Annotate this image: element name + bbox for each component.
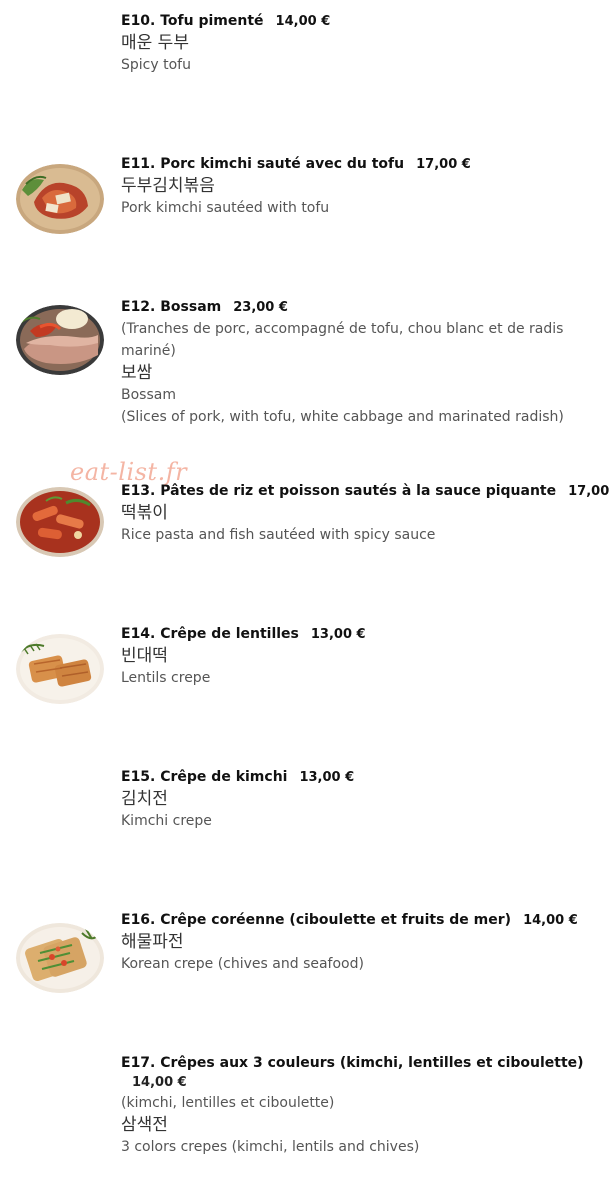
menu-item-title-line: E13. Pâtes de riz et poisson sautés à la… — [121, 481, 613, 502]
menu-item-title: E12. Bossam — [121, 299, 222, 315]
dish-photo-lentil-crepe — [16, 634, 104, 704]
menu-item-korean-name: 매운 두부 — [121, 33, 189, 53]
menu-item-korean-name: 보쌈 — [121, 363, 153, 383]
menu-item-text: E17. Crêpes aux 3 couleurs (kimchi, lent… — [121, 1053, 595, 1158]
menu-item-korean-name: 삼색전 — [121, 1115, 168, 1135]
dish-photo-tteokbokki — [16, 487, 104, 557]
menu-item-title: E17. Crêpes aux 3 couleurs (kimchi, lent… — [121, 1055, 584, 1071]
menu-item-text: E16. Crêpe coréenne (ciboulette et fruit… — [121, 910, 595, 975]
menu-item-english-name: 3 colors crepes (kimchi, lentils and chi… — [121, 1139, 420, 1155]
menu-item-english-description: (Slices of pork, with tofu, white cabbag… — [121, 409, 564, 425]
menu-item-korean-name: 떡볶이 — [121, 503, 168, 523]
menu-item-korean-name: 빈대떡 — [121, 646, 168, 666]
menu-item-price: 13,00 € — [310, 627, 366, 642]
menu-item-price: 14,00 € — [523, 913, 578, 928]
menu-item-price: 14,00 € — [132, 1075, 187, 1090]
dish-photo-seafood-crepe — [16, 923, 104, 993]
menu-item-price: 14,00 € — [275, 14, 331, 29]
menu-item-english-name: Korean crepe (chives and seafood) — [121, 956, 364, 972]
menu-item-price: 17,00 € — [416, 157, 471, 172]
menu-item-text: E10. Tofu pimenté 14,00 € 매운 두부 Spicy tof… — [121, 11, 595, 76]
menu-item-text: E15. Crêpe de kimchi 13,00 € 김치전 Kimchi c… — [121, 767, 595, 832]
menu-item-title: E15. Crêpe de kimchi — [121, 769, 288, 785]
menu-item-text: E11. Porc kimchi sauté avec du tofu 17,00… — [121, 154, 595, 219]
dish-photo-bossam — [16, 305, 104, 375]
menu-item-title: E16. Crêpe coréenne (ciboulette et fruit… — [121, 912, 512, 928]
menu-item-korean-name: 해물파전 — [121, 932, 184, 952]
menu-item-french-description: (Tranches de porc, accompagné de tofu, c… — [121, 321, 564, 359]
menu-item-title-line: E12. Bossam 23,00 € — [121, 297, 595, 318]
menu-item-french-description: (kimchi, lentilles et ciboulette) — [121, 1095, 335, 1111]
menu-item-title: E11. Porc kimchi sauté avec du tofu — [121, 156, 405, 172]
menu-item-english-name: Rice pasta and fish sautéed with spicy s… — [121, 527, 436, 543]
menu-item-english-name: Bossam — [121, 387, 176, 403]
menu-item-title-line: E17. Crêpes aux 3 couleurs (kimchi, lent… — [121, 1053, 595, 1073]
watermark-text: eat-list.fr — [70, 458, 188, 486]
menu-item-english-name: Kimchi crepe — [121, 813, 212, 829]
menu-item-title-line: E15. Crêpe de kimchi 13,00 € — [121, 767, 595, 788]
menu-item-title-line: E14. Crêpe de lentilles 13,00 € — [121, 624, 595, 645]
menu-item-korean-name: 김치전 — [121, 789, 168, 809]
menu-item-text: E14. Crêpe de lentilles 13,00 € 빈대떡 Lenti… — [121, 624, 595, 689]
menu-item-korean-name: 두부김치볶음 — [121, 176, 215, 196]
menu-item-price: 13,00 € — [299, 770, 355, 785]
menu-item-title-line: E10. Tofu pimenté 14,00 € — [121, 11, 595, 32]
menu-item-text: E13. Pâtes de riz et poisson sautés à la… — [121, 481, 613, 546]
menu-item-english-name: Spicy tofu — [121, 57, 191, 73]
menu-item-title-line: E11. Porc kimchi sauté avec du tofu 17,00… — [121, 154, 595, 175]
menu-item-text: E12. Bossam 23,00 € (Tranches de porc, ac… — [121, 297, 595, 428]
menu-item-english-name: Pork kimchi sautéed with tofu — [121, 200, 330, 216]
menu-item-price: 17,00 € — [568, 484, 613, 499]
menu-item-title-line: E16. Crêpe coréenne (ciboulette et fruit… — [121, 910, 595, 931]
dish-photo-pork-kimchi — [16, 164, 104, 234]
menu-item-title: E14. Crêpe de lentilles — [121, 626, 299, 642]
menu-item-price: 23,00 € — [233, 300, 288, 315]
menu-item-title: E10. Tofu pimenté — [121, 13, 264, 29]
menu-item-english-name: Lentils crepe — [121, 670, 211, 686]
